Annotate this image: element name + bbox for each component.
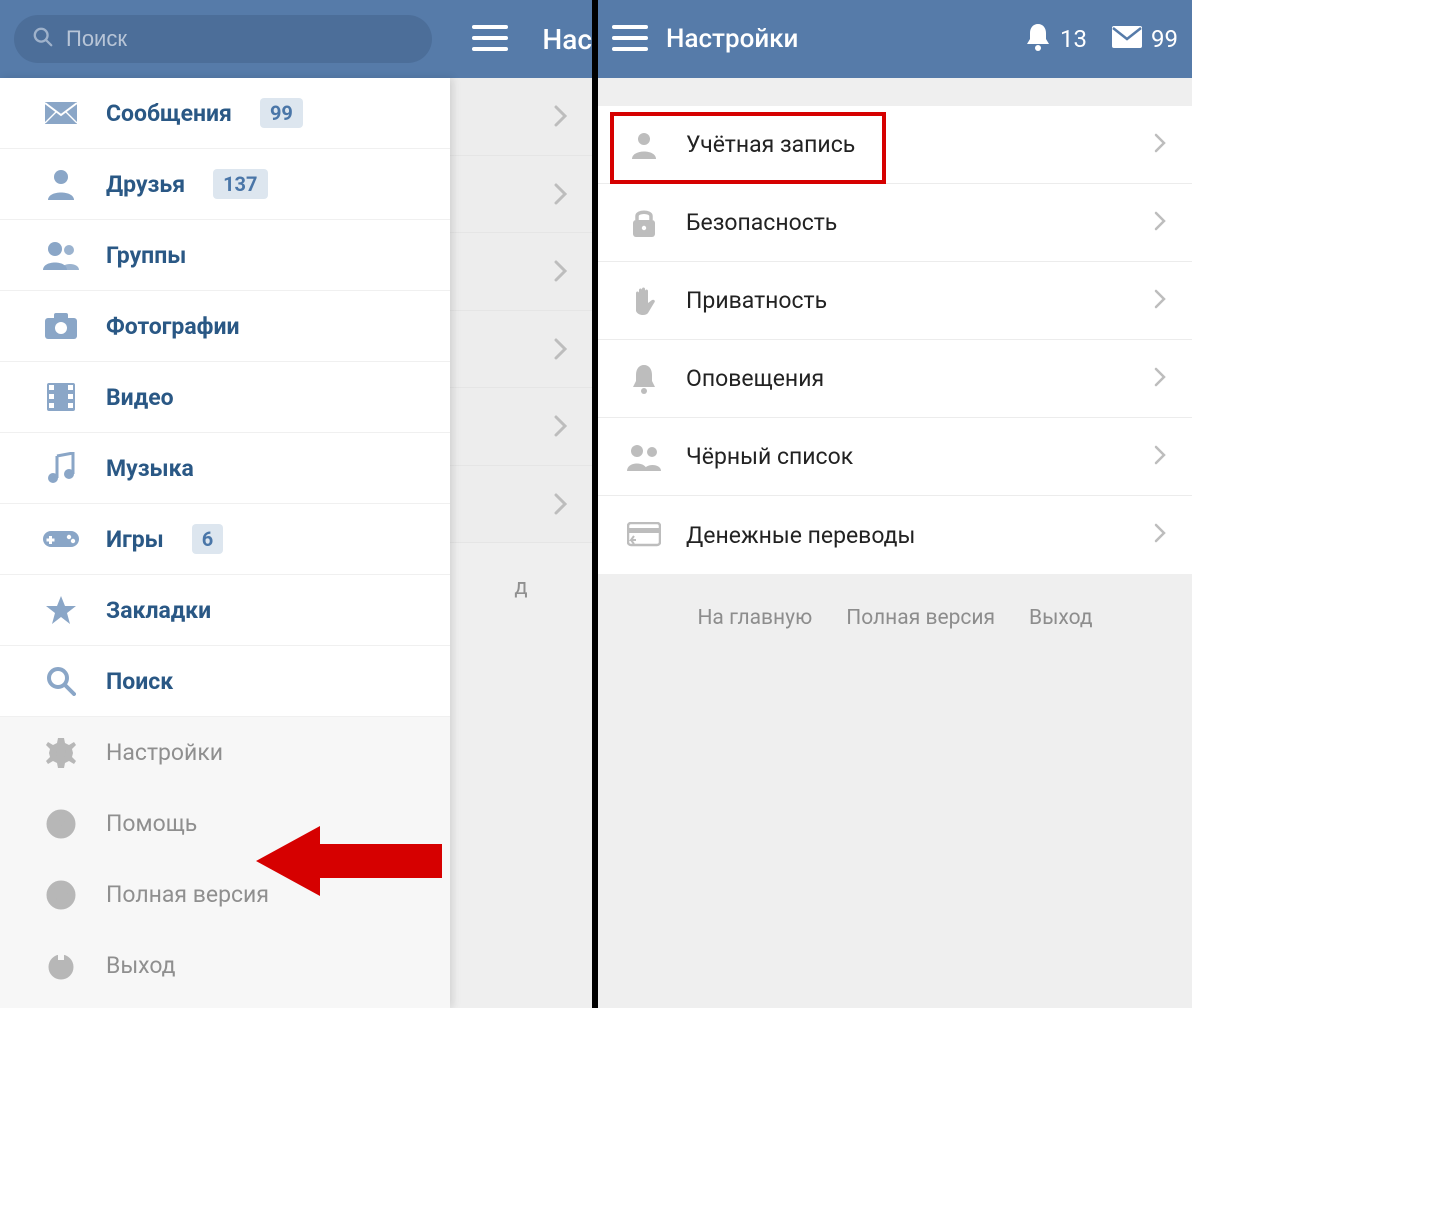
sidebar-item-label: Друзья [106,171,185,198]
obscured-background: д [450,78,592,1008]
sidebar-item-label: Сообщения [106,100,232,127]
card-icon [624,515,664,555]
page-title-partial: Нас [542,23,592,56]
hamburger-icon[interactable] [472,25,508,53]
chevron-right-icon [554,105,568,127]
hamburger-icon[interactable] [612,25,648,53]
bell-icon [624,359,664,399]
chevron-right-icon [1154,211,1166,235]
sidebar-item-bookmarks[interactable]: Закладки [0,575,450,646]
gear-icon [42,734,80,772]
settings-row-label: Учётная запись [686,131,1132,158]
settings-list: Учётная запись Безопасность Приватность Опо… [598,106,1192,574]
film-icon [42,378,80,416]
search-icon [42,662,80,700]
sidebar-item-label: Игры [106,526,164,553]
chevron-right-icon [554,338,568,360]
sidebar-item-label: Группы [106,242,186,269]
star-icon [42,591,80,629]
sidebar-item-search[interactable]: Поиск [0,646,450,717]
globe-icon [42,876,80,914]
settings-row-payments[interactable]: Денежные переводы [598,496,1192,574]
sidebar-item-label: Помощь [106,810,197,837]
settings-row-label: Чёрный список [686,443,1132,470]
settings-row-security[interactable]: Безопасность [598,184,1192,262]
sidebar-item-video[interactable]: Видео [0,362,450,433]
sidebar-item-badge: 99 [260,98,303,128]
settings-row-label: Приватность [686,287,1132,314]
svg-text:?: ? [57,814,66,835]
chevron-right-icon [554,183,568,205]
search-field[interactable] [14,15,432,63]
music-icon [42,449,80,487]
notifications-button[interactable]: 13 [1024,22,1087,56]
footer-link-fullversion[interactable]: Полная версия [846,606,995,630]
sidebar-item-logout[interactable]: Выход [0,930,450,1001]
obscured-footer-fragment: д [514,575,527,600]
search-input[interactable] [66,26,414,52]
gamepad-icon [42,520,80,558]
header-right: Настройки 13 99 [598,0,1192,78]
sidebar-item-settings[interactable]: Настройки [0,717,450,788]
right-panel: Настройки 13 99 Учётная запись Безопаснос… [598,0,1192,1008]
settings-row-alerts[interactable]: Оповещения [598,340,1192,418]
sidebar-item-messages[interactable]: Сообщения 99 [0,78,450,149]
sidebar-item-badge: 137 [213,169,267,199]
settings-row-label: Оповещения [686,365,1132,392]
help-icon: ? [42,805,80,843]
sidebar-item-label: Видео [106,384,174,411]
sidebar-item-help[interactable]: ? Помощь [0,788,450,859]
chevron-right-icon [1154,289,1166,313]
chevron-right-icon [554,493,568,515]
sidebar-item-label: Настройки [106,739,223,766]
sidebar-item-label: Полная версия [106,881,269,908]
search-icon [32,26,54,52]
sidebar-item-photos[interactable]: Фотографии [0,291,450,362]
sidebar-item-label: Музыка [106,455,194,482]
person-icon [624,125,664,165]
sidebar-item-label: Выход [106,952,176,979]
footer-link-home[interactable]: На главную [697,606,812,630]
sidebar-item-music[interactable]: Музыка [0,433,450,504]
sidebar-item-games[interactable]: Игры 6 [0,504,450,575]
messages-button[interactable]: 99 [1111,25,1178,53]
settings-row-blacklist[interactable]: Чёрный список [598,418,1192,496]
footer-link-logout[interactable]: Выход [1029,606,1093,630]
sidebar-item-friends[interactable]: Друзья 137 [0,149,450,220]
settings-row-label: Безопасность [686,209,1132,236]
chevron-right-icon [1154,445,1166,469]
header-left: Нас [0,0,592,78]
sidebar-item-label: Фотографии [106,313,240,340]
footer-links: На главную Полная версия Выход [598,574,1192,662]
users-icon [42,236,80,274]
power-icon [42,947,80,985]
chevron-right-icon [554,415,568,437]
notifications-count: 13 [1060,25,1087,53]
messages-count: 99 [1151,25,1178,53]
chevron-right-icon [1154,133,1166,157]
people-icon [624,437,664,477]
page-title: Настройки [666,24,798,54]
camera-icon [42,307,80,345]
sidebar-item-label: Закладки [106,597,211,624]
chevron-right-icon [554,260,568,282]
settings-row-privacy[interactable]: Приватность [598,262,1192,340]
settings-row-label: Денежные переводы [686,522,1132,549]
lock-icon [624,203,664,243]
chevron-right-icon [1154,367,1166,391]
left-panel: Нас д Сообщения 99 Друзья 137 Группы Фотограф… [0,0,592,1008]
sidebar: Сообщения 99 Друзья 137 Группы Фотографии Виде… [0,78,450,1008]
mail-icon [1111,25,1143,53]
user-icon [42,165,80,203]
settings-row-account[interactable]: Учётная запись [598,106,1192,184]
bell-icon [1024,22,1052,56]
sidebar-item-groups[interactable]: Группы [0,220,450,291]
sidebar-item-fullversion[interactable]: Полная версия [0,859,450,930]
sidebar-item-badge: 6 [192,524,223,554]
chevron-right-icon [1154,523,1166,547]
sidebar-item-label: Поиск [106,668,173,695]
hand-icon [624,281,664,321]
mail-icon [42,94,80,132]
